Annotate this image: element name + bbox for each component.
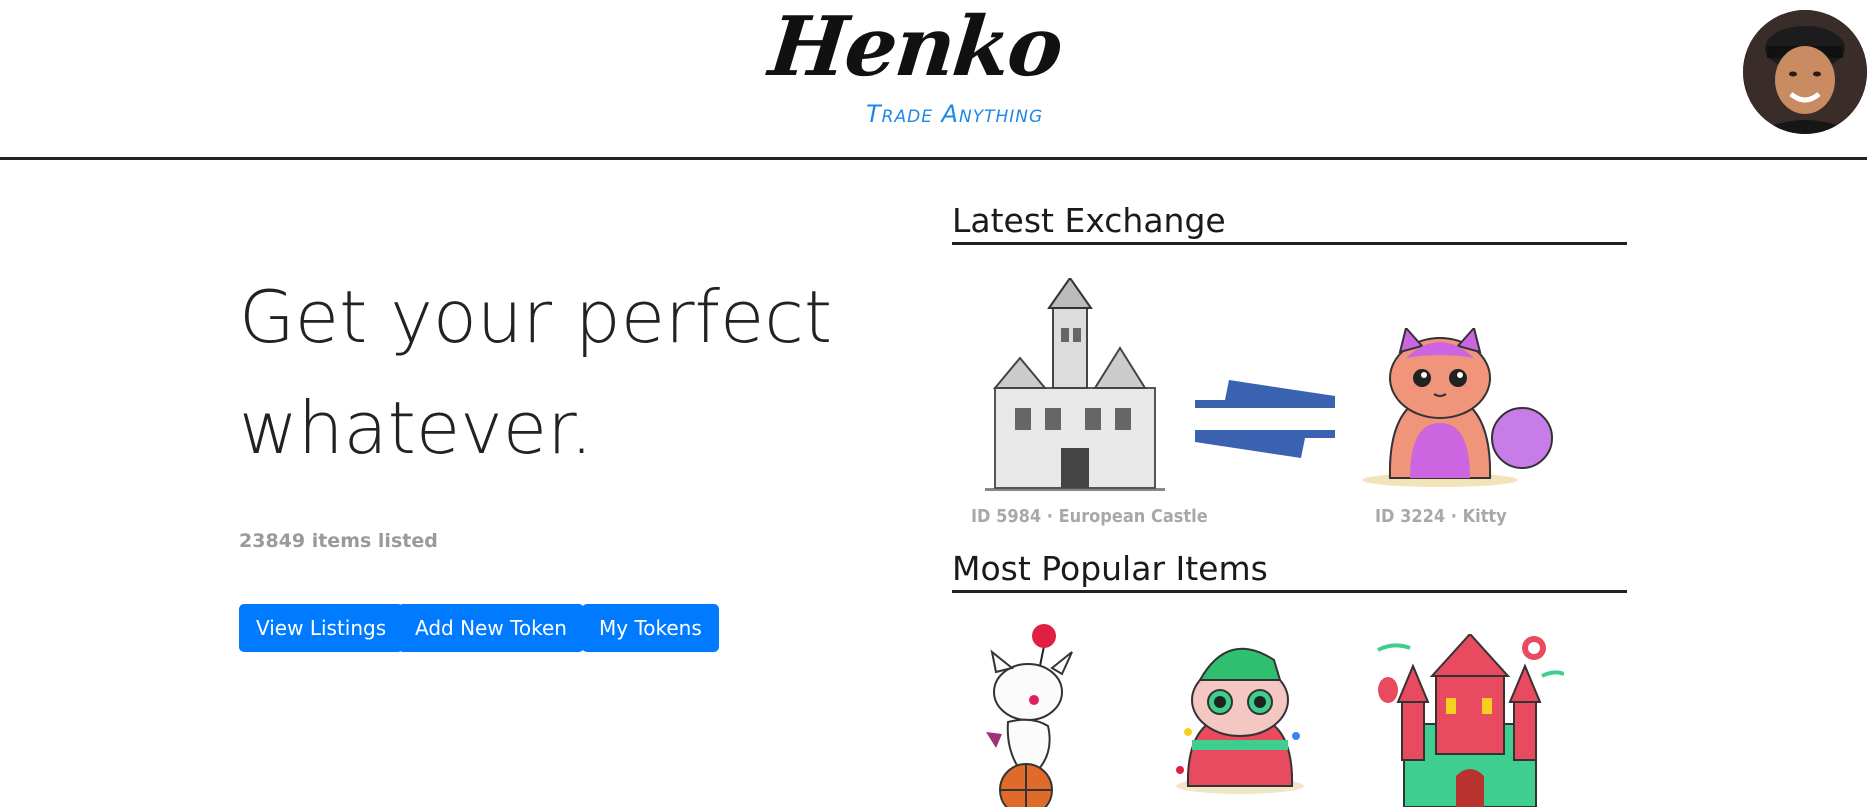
henko-logo[interactable]: Henko Trade Anything [765, 0, 1070, 136]
fairy-castle-image[interactable] [1374, 634, 1564, 807]
items-listed-count: 23849 items listed [239, 530, 438, 552]
most-popular-title: Most Popular Items [952, 548, 1627, 593]
view-listings-button[interactable]: View Listings [239, 604, 404, 652]
top-bar: Henko Trade Anything [0, 0, 1867, 160]
kitty-image[interactable] [1360, 328, 1560, 488]
my-tokens-button[interactable]: My Tokens [582, 604, 719, 652]
swap-arrows-icon [1195, 380, 1335, 458]
moogle-image[interactable] [982, 622, 1082, 807]
hero-title: Get your perfect whatever. [239, 262, 879, 484]
latest-exchange-from-caption: ID 5984 · European Castle [971, 506, 1208, 527]
castle-image[interactable] [975, 278, 1175, 493]
avatar-photo [1743, 10, 1867, 134]
logo-text: Henko [764, 0, 1066, 95]
hero-title-line2: whatever. [239, 386, 593, 470]
logo-tagline: Trade Anything [866, 100, 1044, 128]
latest-exchange-title: Latest Exchange [952, 200, 1627, 245]
hero-title-line1: Get your perfect [239, 275, 833, 359]
user-avatar[interactable] [1743, 10, 1867, 134]
latest-exchange-to-caption: ID 3224 · Kitty [1375, 506, 1507, 527]
elf-cat-image[interactable] [1168, 636, 1318, 796]
add-new-token-button[interactable]: Add New Token [398, 604, 584, 652]
